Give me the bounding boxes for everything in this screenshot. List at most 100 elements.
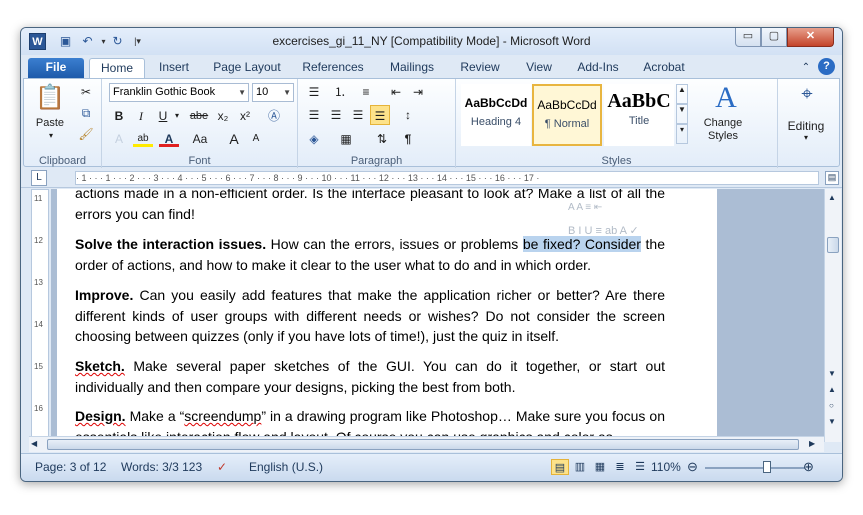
previous-page-icon[interactable]: ▲ xyxy=(828,385,836,394)
justify-icon[interactable]: ☰ xyxy=(370,105,390,125)
align-left-icon[interactable]: ☰ xyxy=(304,105,324,125)
web-layout-icon[interactable]: ▦ xyxy=(591,459,609,475)
grow-font-button[interactable]: A xyxy=(224,129,244,149)
mini-toolbar-faded[interactable]: A A ≡ ⇤ B I U ≡ ab A ✓ xyxy=(566,198,662,250)
full-screen-reading-icon[interactable]: ▥ xyxy=(571,459,589,475)
maximize-button[interactable]: ▢ xyxy=(761,28,787,47)
language[interactable]: English (U.S.) xyxy=(249,460,323,474)
tab-acrobat[interactable]: Acrobat xyxy=(639,58,689,78)
tab-review[interactable]: Review xyxy=(457,58,503,78)
clear-formatting-icon[interactable]: Ⓐ xyxy=(264,106,284,126)
increase-indent-icon[interactable]: ⇥ xyxy=(408,82,428,102)
cut-icon[interactable]: ✂ xyxy=(76,82,96,102)
align-center-icon[interactable]: ☰ xyxy=(326,105,346,125)
horizontal-scrollbar[interactable]: ◀ ▶ xyxy=(29,436,824,452)
scroll-thumb[interactable] xyxy=(827,237,839,253)
change-styles-button[interactable]: Change Styles xyxy=(692,117,754,143)
document-area[interactable]: actions made in a non-efficient order. I… xyxy=(51,189,824,442)
outline-view-icon[interactable]: ≣ xyxy=(611,459,629,475)
editing-dropdown-icon[interactable]: ▾ xyxy=(800,133,812,142)
draft-view-icon[interactable]: ☰ xyxy=(631,459,649,475)
multilevel-list-icon[interactable]: ≡ xyxy=(356,82,376,102)
bullets-icon[interactable]: ☰ xyxy=(304,82,324,102)
minimize-button[interactable]: ▭ xyxy=(735,28,761,47)
help-icon[interactable]: ? xyxy=(818,58,835,75)
paste-button[interactable]: Paste xyxy=(30,117,70,129)
paste-icon[interactable]: 📋 xyxy=(34,83,66,113)
format-painter-icon[interactable]: 🖌 xyxy=(76,124,96,144)
tab-selector-icon[interactable]: L xyxy=(31,170,47,186)
align-right-icon[interactable]: ☰ xyxy=(348,105,368,125)
change-styles-icon[interactable]: A xyxy=(706,81,746,115)
zoom-slider[interactable] xyxy=(705,461,805,473)
proofing-icon[interactable]: ✓ xyxy=(217,460,227,474)
bold-button[interactable]: B xyxy=(109,106,129,126)
paragraph-sketch[interactable]: Sketch. Make several paper sketches of t… xyxy=(75,356,665,397)
paragraph-improve[interactable]: Improve. Can you easily add features tha… xyxy=(75,285,665,347)
tab-view[interactable]: View xyxy=(521,58,557,78)
editing-button[interactable]: Editing xyxy=(780,119,832,133)
italic-button[interactable]: I xyxy=(131,106,151,126)
tab-insert[interactable]: Insert xyxy=(149,58,199,78)
binoculars-icon[interactable]: ⌖ xyxy=(792,83,822,106)
tab-references[interactable]: References xyxy=(297,58,369,78)
scroll-up-icon[interactable]: ▲ xyxy=(828,193,836,202)
numbering-icon[interactable]: ⒈ xyxy=(330,82,350,102)
superscript-button[interactable]: x² xyxy=(235,106,255,126)
tab-file[interactable]: File xyxy=(28,58,84,78)
zoom-in-icon[interactable]: ⊕ xyxy=(803,459,814,475)
shrink-font-button[interactable]: A xyxy=(246,129,266,149)
font-size-select[interactable]: 10 ▼ xyxy=(252,83,294,102)
style-title[interactable]: AaBbC Title xyxy=(604,84,674,146)
styles-group: AaBbCcDd Heading 4 AaBbCcDd ¶ Normal AaBbC… xyxy=(456,79,778,168)
styles-label: Styles xyxy=(601,155,632,167)
scroll-right-icon[interactable]: ▶ xyxy=(809,439,815,448)
zoom-level[interactable]: 110% xyxy=(651,460,681,474)
browse-object-icon[interactable]: ○ xyxy=(829,401,834,410)
text-effects-icon[interactable]: A xyxy=(109,129,129,149)
font-color-icon[interactable]: A xyxy=(159,129,179,147)
word-count[interactable]: Words: 3/3 123 xyxy=(121,460,202,474)
font-family-select[interactable]: Franklin Gothic Book ▼ xyxy=(109,83,249,102)
page-count[interactable]: Page: 3 of 12 xyxy=(35,460,106,474)
zoom-slider-thumb[interactable] xyxy=(763,461,771,473)
tab-add-ins[interactable]: Add-Ins xyxy=(573,58,623,78)
styles-more-icon[interactable]: ▾ xyxy=(676,124,688,144)
tab-home[interactable]: Home xyxy=(89,58,145,78)
decrease-indent-icon[interactable]: ⇤ xyxy=(386,82,406,102)
minimize-ribbon-icon[interactable]: ⌃ xyxy=(799,58,813,78)
line-spacing-icon[interactable]: ↕ xyxy=(398,105,418,125)
ruler-scale[interactable]: · 1 · · · 1 · · · 2 · · · 3 · · · 4 · · … xyxy=(75,171,819,185)
vruler-number: 16 xyxy=(34,404,43,413)
highlight-icon[interactable]: ab xyxy=(133,129,153,147)
sort-icon[interactable]: ⇅ xyxy=(372,129,392,149)
next-page-icon[interactable]: ▼ xyxy=(828,417,836,426)
subscript-button[interactable]: x₂ xyxy=(213,106,233,126)
show-formatting-button[interactable]: ¶ xyxy=(398,129,418,149)
tab-page-layout[interactable]: Page Layout xyxy=(207,58,287,78)
copy-icon[interactable]: ⧉ xyxy=(76,103,96,123)
zoom-out-icon[interactable]: ⊖ xyxy=(687,459,698,475)
vruler-number: 11 xyxy=(34,194,43,203)
scroll-down-icon[interactable]: ▼ xyxy=(828,369,836,378)
change-case-button[interactable]: Aa xyxy=(187,129,213,149)
maximize-icon: ▢ xyxy=(768,30,780,42)
style-normal[interactable]: AaBbCcDd ¶ Normal xyxy=(532,84,602,146)
styles-scroll-down-icon[interactable]: ▼ xyxy=(676,104,688,124)
scroll-left-icon[interactable]: ◀ xyxy=(31,439,37,448)
paste-dropdown-icon[interactable]: ▾ xyxy=(46,131,56,140)
vertical-scrollbar[interactable]: ▲ ▼ ▲ ○ ▼ xyxy=(824,189,841,442)
tab-mailings[interactable]: Mailings xyxy=(383,58,441,78)
style-heading-4[interactable]: AaBbCcDd Heading 4 xyxy=(461,84,531,146)
strikethrough-button[interactable]: abe xyxy=(186,106,212,126)
underline-dropdown-icon[interactable]: ▾ xyxy=(172,106,182,126)
borders-icon[interactable]: ▦ xyxy=(336,129,356,149)
horizontal-scroll-thumb[interactable] xyxy=(47,439,799,450)
underline-button[interactable]: U xyxy=(153,106,173,126)
view-ruler-icon[interactable]: ▤ xyxy=(825,171,839,185)
horizontal-ruler: L · 1 · · · 1 · · · 2 · · · 3 · · · 4 · … xyxy=(21,168,842,188)
styles-scroll-up-icon[interactable]: ▲ xyxy=(676,84,688,104)
close-button[interactable]: ✕ xyxy=(787,28,834,47)
shading-icon[interactable]: ◈ xyxy=(304,129,324,149)
print-layout-view-icon[interactable]: ▤ xyxy=(551,459,569,475)
